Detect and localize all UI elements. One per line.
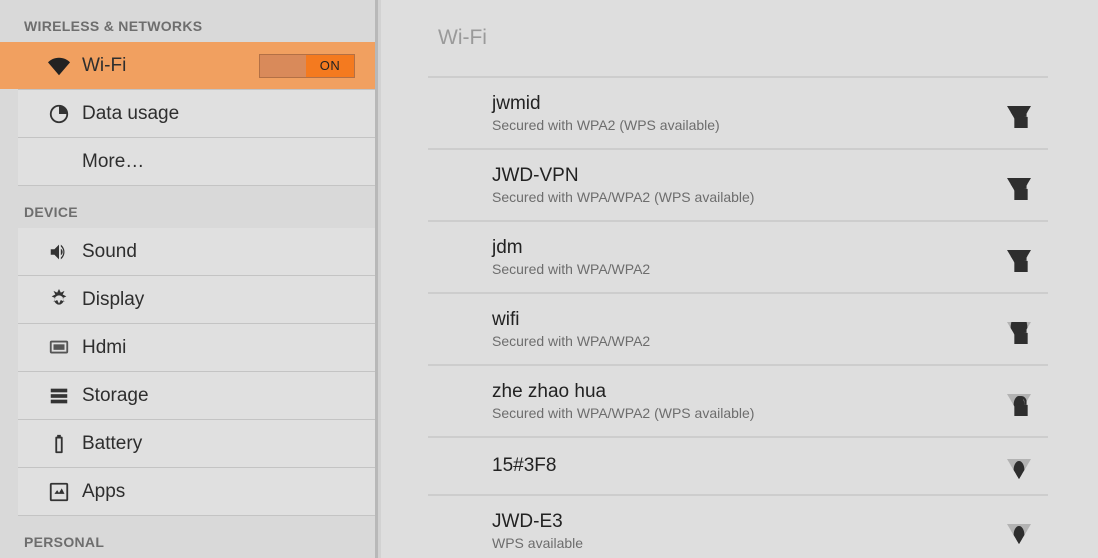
wifi-network-subtitle: Secured with WPA/WPA2: [492, 333, 1006, 349]
sidebar-item-label: Hdmi: [82, 337, 126, 359]
settings-sidebar: WIRELESS & NETWORKS Wi-Fi ON Data usage …: [0, 0, 378, 558]
wifi-network-name: JWD-E3: [492, 511, 1006, 533]
wifi-network-name: jwmid: [492, 93, 1006, 115]
wifi-network-item[interactable]: wifi Secured with WPA/WPA2: [428, 294, 1048, 366]
wifi-network-name: zhe zhao hua: [492, 381, 1006, 403]
sidebar-item-more[interactable]: More…: [18, 138, 375, 186]
sidebar-item-label: Sound: [82, 241, 137, 263]
page-title: Wi-Fi: [428, 16, 1048, 76]
section-header-wireless: WIRELESS & NETWORKS: [0, 0, 375, 42]
wifi-network-item[interactable]: JWD-E3 WPS available: [428, 496, 1048, 558]
main-panel: Wi-Fi jwmid Secured with WPA2 (WPS avail…: [378, 0, 1098, 558]
wifi-network-name: JWD-VPN: [492, 165, 1006, 187]
wifi-signal-icon: [1006, 172, 1032, 198]
wifi-toggle[interactable]: ON: [259, 54, 355, 78]
wifi-network-item[interactable]: jdm Secured with WPA/WPA2: [428, 222, 1048, 294]
section-header-device: DEVICE: [0, 186, 375, 228]
storage-icon: [48, 385, 70, 407]
display-icon: [48, 289, 70, 311]
wifi-network-subtitle: Secured with WPA/WPA2: [492, 261, 1006, 277]
data-usage-icon: [48, 103, 70, 125]
wifi-signal-icon: [1006, 100, 1032, 126]
wifi-signal-icon: [1006, 244, 1032, 270]
wifi-network-subtitle: Secured with WPA/WPA2 (WPS available): [492, 189, 1006, 205]
sidebar-item-display[interactable]: Display: [18, 276, 375, 324]
sidebar-item-hdmi[interactable]: Hdmi: [18, 324, 375, 372]
sound-icon: [48, 241, 70, 263]
wifi-network-item[interactable]: jwmid Secured with WPA2 (WPS available): [428, 76, 1048, 150]
wifi-network-name: jdm: [492, 237, 1006, 259]
blank-icon: [48, 151, 70, 173]
apps-icon: [48, 481, 70, 503]
sidebar-item-label: Data usage: [82, 103, 179, 125]
wifi-icon: [48, 55, 70, 77]
sidebar-item-label: Storage: [82, 385, 149, 407]
sidebar-item-battery[interactable]: Battery: [18, 420, 375, 468]
wifi-signal-icon: [1006, 316, 1032, 342]
wifi-signal-icon: [1006, 453, 1032, 479]
wifi-network-list[interactable]: jwmid Secured with WPA2 (WPS available) …: [428, 76, 1048, 558]
wifi-network-name: 15#3F8: [492, 455, 1006, 477]
wifi-network-item[interactable]: 15#3F8: [428, 438, 1048, 496]
sidebar-item-label: Apps: [82, 481, 125, 503]
sidebar-item-apps[interactable]: Apps: [18, 468, 375, 516]
sidebar-item-label: Wi-Fi: [82, 55, 126, 77]
sidebar-item-sound[interactable]: Sound: [18, 228, 375, 276]
sidebar-item-storage[interactable]: Storage: [18, 372, 375, 420]
wifi-toggle-handle: ON: [306, 55, 354, 77]
sidebar-item-label: More…: [82, 151, 144, 173]
wifi-network-name: wifi: [492, 309, 1006, 331]
wifi-signal-icon: [1006, 388, 1032, 414]
wifi-signal-icon: [1006, 518, 1032, 544]
hdmi-icon: [48, 337, 70, 359]
wifi-network-subtitle: WPS available: [492, 535, 1006, 551]
wifi-network-item[interactable]: zhe zhao hua Secured with WPA/WPA2 (WPS …: [428, 366, 1048, 438]
wifi-network-item[interactable]: JWD-VPN Secured with WPA/WPA2 (WPS avail…: [428, 150, 1048, 222]
sidebar-item-label: Battery: [82, 433, 142, 455]
section-header-personal: PERSONAL: [0, 516, 375, 558]
wifi-network-subtitle: Secured with WPA2 (WPS available): [492, 117, 1006, 133]
sidebar-item-label: Display: [82, 289, 144, 311]
wifi-network-subtitle: Secured with WPA/WPA2 (WPS available): [492, 405, 1006, 421]
sidebar-item-wifi[interactable]: Wi-Fi ON: [18, 42, 375, 90]
sidebar-item-data-usage[interactable]: Data usage: [18, 90, 375, 138]
battery-icon: [48, 433, 70, 455]
